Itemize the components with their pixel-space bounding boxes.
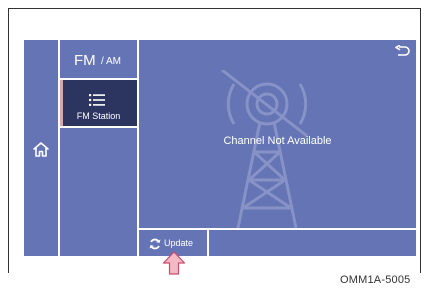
antenna-tower-icon bbox=[212, 68, 322, 230]
home-icon bbox=[32, 141, 50, 158]
back-button[interactable] bbox=[392, 44, 412, 60]
divider bbox=[137, 40, 139, 256]
divider bbox=[60, 126, 137, 128]
figure-code: OMM1A-5005 bbox=[340, 274, 411, 286]
band-sub-label: / AM bbox=[101, 56, 122, 67]
frame-top-border bbox=[8, 8, 421, 9]
home-button[interactable] bbox=[24, 40, 58, 256]
frame-right-border bbox=[420, 8, 421, 273]
frame-left-border bbox=[8, 8, 9, 273]
bottom-bar-empty bbox=[209, 230, 416, 256]
band-label: FM bbox=[74, 52, 96, 69]
up-arrow-pointer-icon bbox=[162, 251, 186, 275]
refresh-icon bbox=[149, 237, 161, 250]
fm-station-menu-item[interactable]: FM Station bbox=[60, 80, 137, 126]
update-label: Update bbox=[164, 238, 194, 248]
fm-station-label: FM Station bbox=[76, 111, 121, 121]
band-toggle-tab[interactable]: FM / AM bbox=[60, 40, 137, 78]
back-arrow-icon bbox=[394, 44, 410, 58]
channel-status-message: Channel Not Available bbox=[223, 135, 332, 147]
list-icon bbox=[89, 93, 105, 106]
